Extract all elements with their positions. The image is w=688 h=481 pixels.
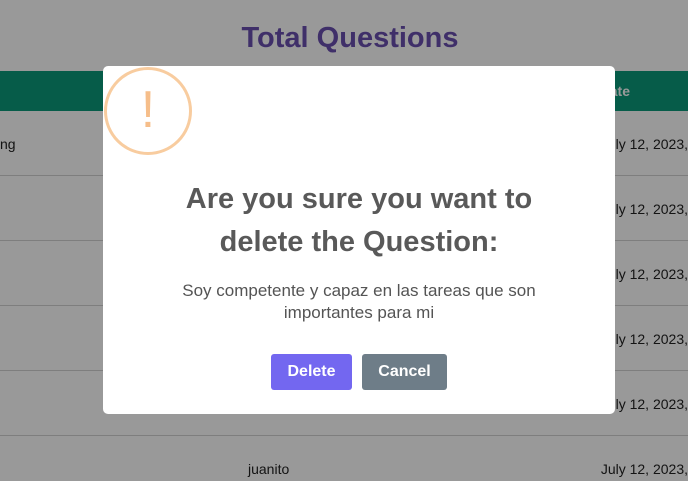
question-text: Soy competente y capaz en las tareas que… xyxy=(182,281,536,322)
exclamation-mark: ! xyxy=(140,81,156,139)
cancel-button[interactable]: Cancel xyxy=(362,354,447,390)
warning-icon: ! xyxy=(104,67,192,155)
delete-button[interactable]: Delete xyxy=(271,354,352,390)
questions-page: Total Questions ate ng ly 12, 2023, ly 1… xyxy=(0,0,688,481)
dialog-title: Are you sure you want to delete the Ques… xyxy=(185,183,533,258)
delete-confirmation-dialog: ! Are you sure you want to delete the Qu… xyxy=(103,66,615,414)
